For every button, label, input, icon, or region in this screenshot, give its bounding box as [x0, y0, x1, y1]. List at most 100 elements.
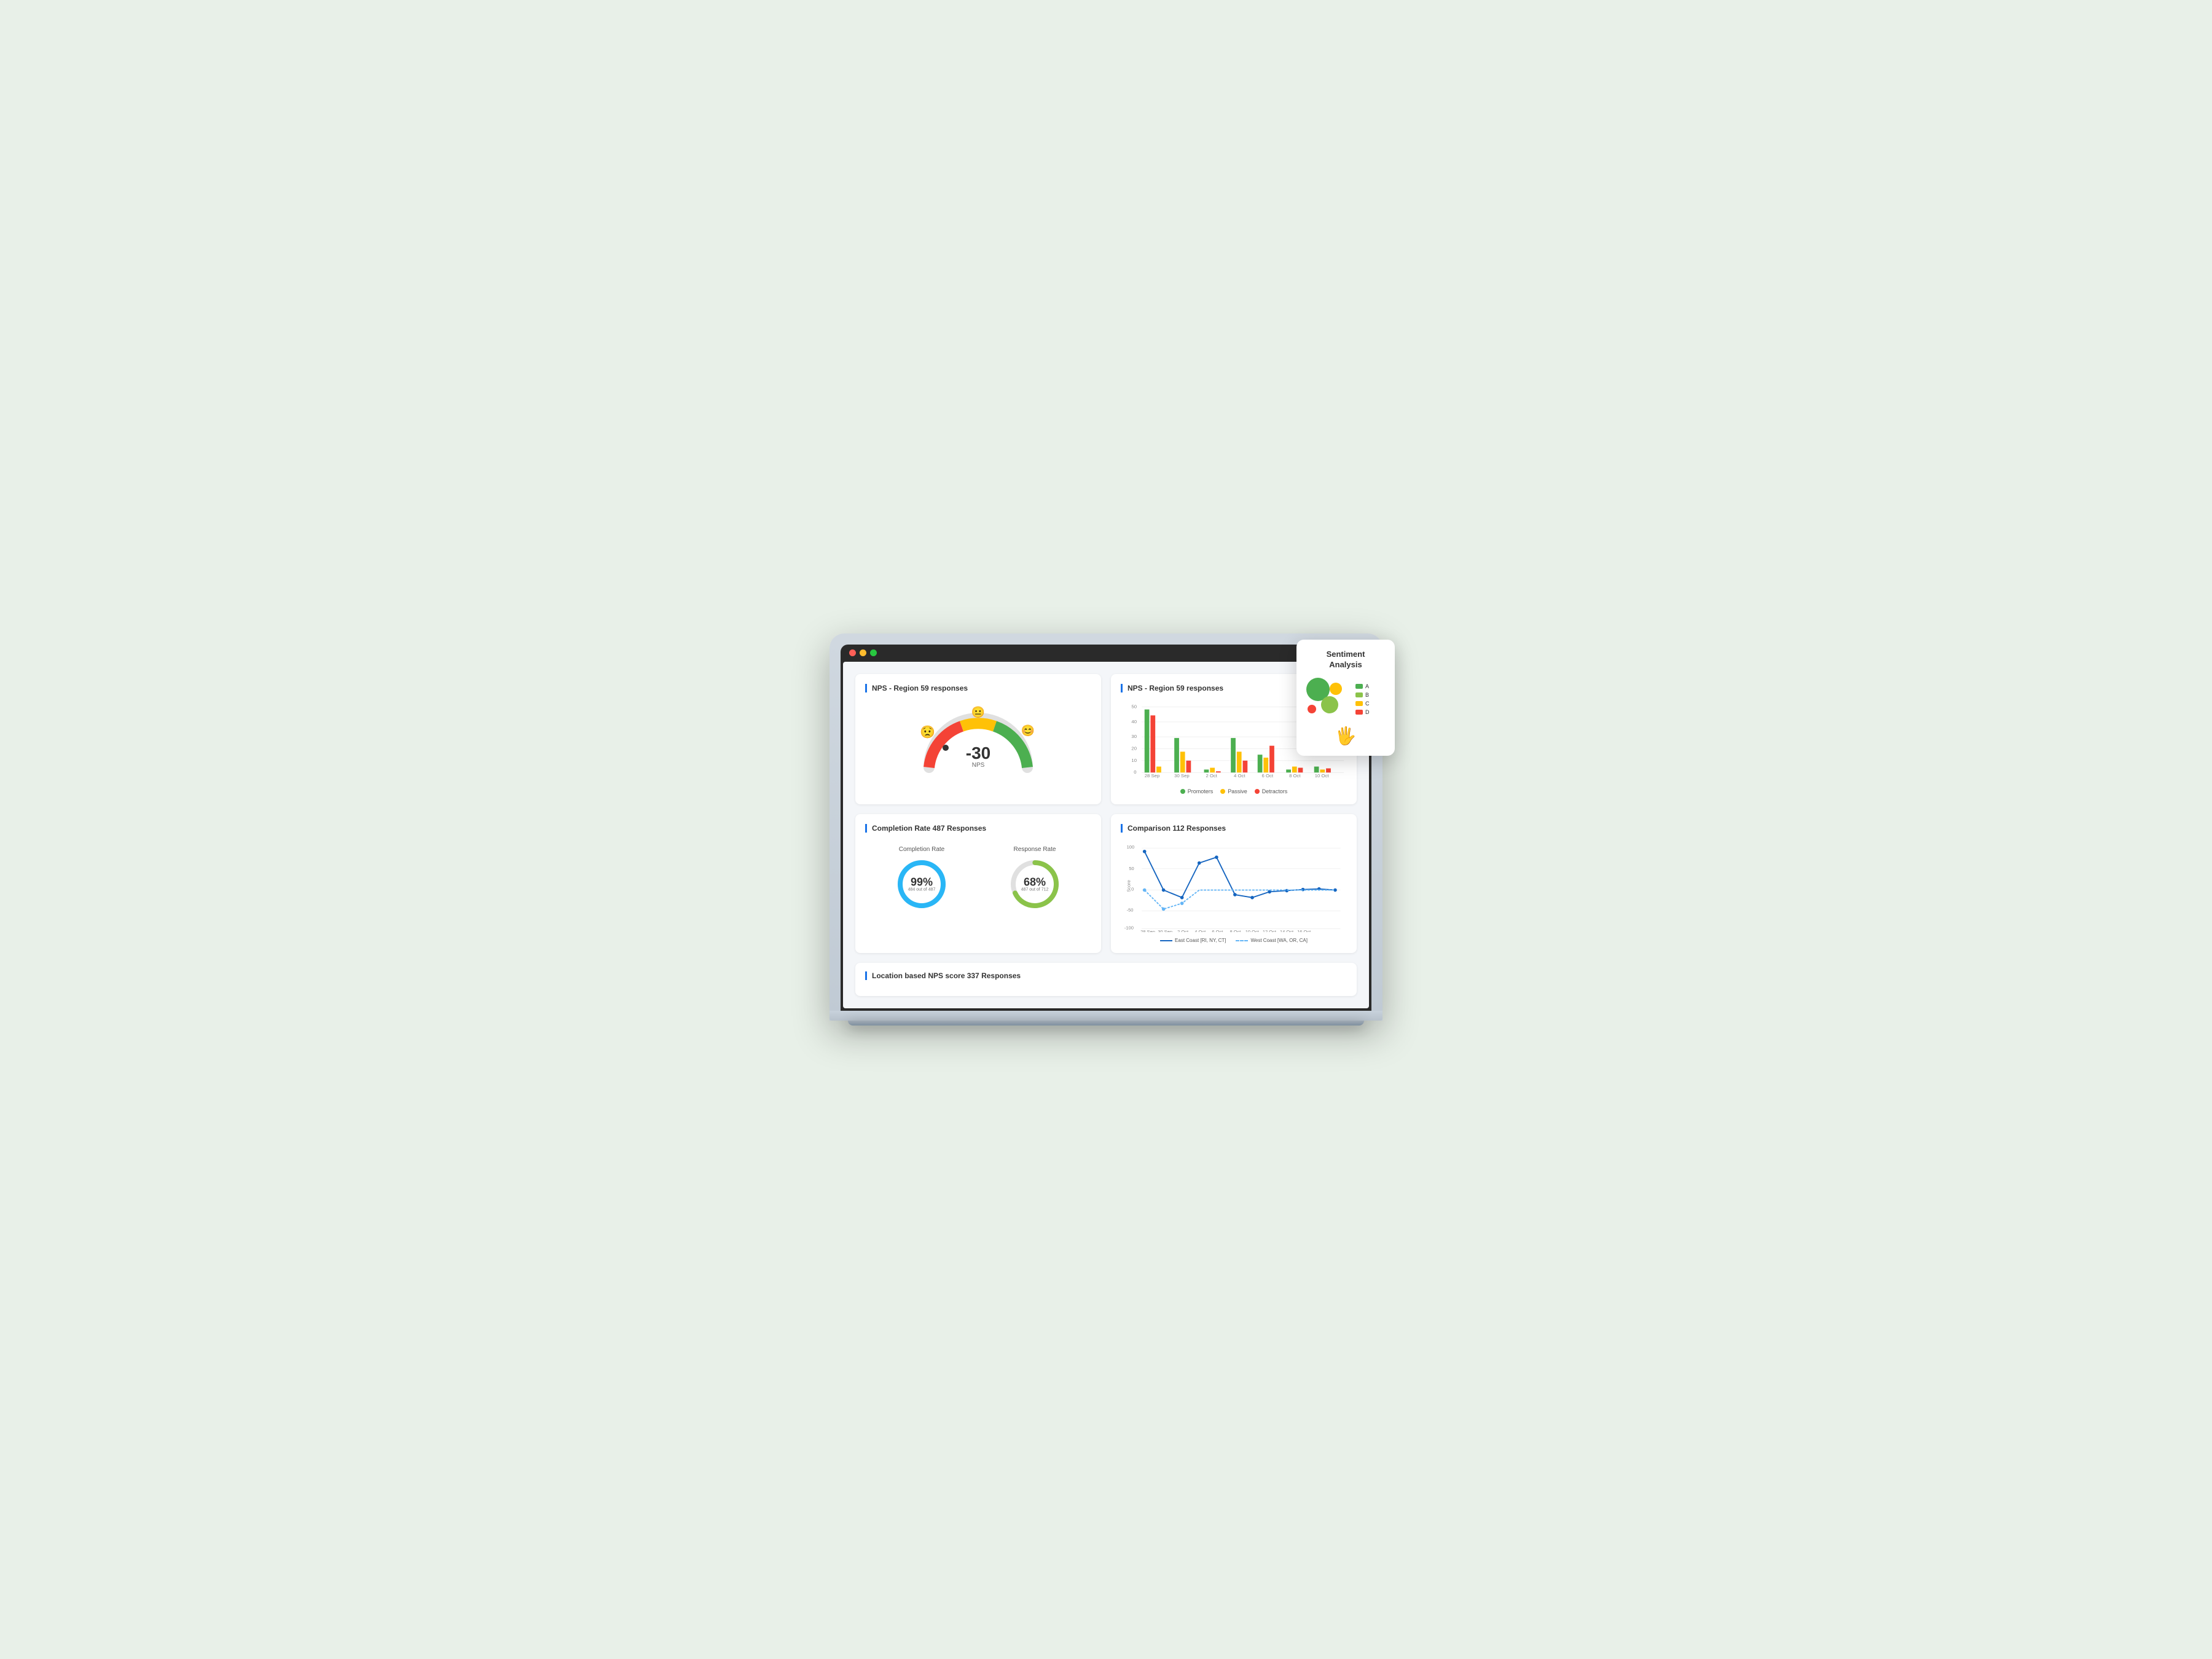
legend-passive: Passive	[1220, 788, 1247, 794]
legend-west-coast: West Coast [WA, OR, CA]	[1236, 938, 1307, 943]
detractors-dot	[1255, 789, 1260, 794]
completion-donut-center: 99% 484 out of 487	[908, 877, 936, 892]
svg-text:30: 30	[1131, 734, 1137, 739]
sentiment-bubbles	[1306, 678, 1349, 721]
response-donut-center: 68% 487 out of 712	[1021, 877, 1049, 892]
svg-text:8 Oct: 8 Oct	[1289, 773, 1301, 779]
traffic-light-red[interactable]	[849, 649, 856, 656]
svg-text:28 Sep: 28 Sep	[1145, 773, 1160, 779]
scene: Sentiment Analysis A B	[830, 633, 1382, 1026]
svg-text:6 Oct: 6 Oct	[1212, 929, 1223, 932]
svg-text:4 Oct: 4 Oct	[1234, 773, 1245, 779]
completion-card: Completion Rate 487 Responses Completion…	[855, 814, 1101, 953]
legend-east-coast: East Coast [RI, NY, CT]	[1160, 938, 1226, 943]
laptop-base	[830, 1011, 1382, 1021]
traffic-light-green[interactable]	[870, 649, 877, 656]
laptop-screen: NPS - Region 59 responses 😟 😐 😊	[843, 662, 1369, 1008]
legend-color-b	[1355, 692, 1363, 697]
passive-dot	[1220, 789, 1225, 794]
traffic-light-yellow[interactable]	[860, 649, 866, 656]
completion-donut-label: Completion Rate	[899, 846, 944, 853]
legend-label-b: B	[1365, 692, 1369, 698]
bar-chart-legend: Promoters Passive Detractors	[1121, 788, 1347, 794]
passive-label: Passive	[1228, 788, 1247, 794]
legend-promoters: Promoters	[1180, 788, 1214, 794]
svg-text:20: 20	[1131, 745, 1137, 751]
completion-pct: 99%	[908, 877, 936, 888]
legend-item-c: C	[1355, 700, 1370, 707]
svg-text:8 Oct: 8 Oct	[1230, 929, 1241, 932]
legend-color-c	[1355, 701, 1363, 706]
svg-text:0: 0	[1131, 887, 1134, 892]
svg-text:50: 50	[1129, 866, 1134, 871]
svg-text:50: 50	[1131, 704, 1137, 710]
svg-text:100: 100	[1127, 844, 1135, 850]
line-chart-container: 100 50 0 -50 -100 Score	[1121, 840, 1347, 935]
laptop-screen-bezel: NPS - Region 59 responses 😟 😐 😊	[841, 645, 1371, 1011]
gauge-value: -30 NPS	[966, 745, 990, 769]
svg-text:16 Oct: 16 Oct	[1297, 929, 1311, 932]
line-chart-svg: 100 50 0 -50 -100 Score	[1121, 840, 1347, 932]
nps-gauge-card: NPS - Region 59 responses 😟 😐 😊	[855, 674, 1101, 804]
response-pct: 68%	[1021, 877, 1049, 888]
legend-detractors: Detractors	[1255, 788, 1288, 794]
svg-text:0: 0	[1134, 769, 1136, 775]
svg-text:2 Oct: 2 Oct	[1206, 773, 1217, 779]
response-sub: 487 out of 712	[1021, 888, 1049, 892]
legend-label-d: D	[1365, 709, 1370, 715]
dashboard-grid: NPS - Region 59 responses 😟 😐 😊	[855, 674, 1357, 953]
promoters-label: Promoters	[1188, 788, 1214, 794]
svg-text:30 Sep: 30 Sep	[1174, 773, 1190, 779]
hand-icon: 🖐	[1306, 726, 1385, 746]
legend-label-c: C	[1365, 700, 1370, 707]
comparison-title: Comparison 112 Responses	[1121, 824, 1347, 833]
svg-text:30 Sep: 30 Sep	[1158, 929, 1172, 932]
bubble-d	[1308, 705, 1316, 713]
bubble-c	[1330, 683, 1342, 695]
emoji-neutral: 😐	[971, 706, 985, 719]
sentiment-title: Sentiment Analysis	[1306, 649, 1385, 670]
svg-text:10: 10	[1131, 758, 1137, 763]
east-coast-line	[1160, 940, 1172, 941]
gauge-label: NPS	[966, 762, 990, 769]
promoters-dot	[1180, 789, 1185, 794]
location-title: Location based NPS score 337 Responses	[865, 971, 1347, 980]
gauge-wrapper: 😟 😐 😊	[917, 706, 1040, 774]
legend-color-a	[1355, 684, 1363, 689]
svg-text:14 Oct: 14 Oct	[1280, 929, 1294, 932]
response-donut-wrapper: 68% 487 out of 712	[1007, 857, 1062, 912]
gauge-number: -30	[966, 745, 990, 762]
svg-text:-50: -50	[1127, 907, 1134, 912]
completion-row: Completion Rate 99% 484	[865, 840, 1091, 918]
svg-text:-100: -100	[1124, 925, 1134, 930]
svg-text:40: 40	[1131, 719, 1137, 724]
legend-item-d: D	[1355, 709, 1370, 715]
completion-donut-wrapper: 99% 484 out of 487	[894, 857, 949, 912]
sentiment-body: A B C D	[1306, 678, 1385, 721]
legend-color-d	[1355, 710, 1363, 715]
completion-title: Completion Rate 487 Responses	[865, 824, 1091, 833]
svg-text:2 Oct: 2 Oct	[1177, 929, 1189, 932]
west-coast-line	[1236, 940, 1248, 941]
svg-text:12 Oct: 12 Oct	[1263, 929, 1277, 932]
laptop-foot	[848, 1021, 1364, 1026]
legend-item-b: B	[1355, 692, 1370, 698]
traffic-lights	[849, 649, 877, 656]
west-coast-label: West Coast [WA, OR, CA]	[1250, 938, 1307, 943]
emoji-smile: 😊	[1021, 724, 1035, 737]
sentiment-popup: Sentiment Analysis A B	[1296, 640, 1395, 756]
sentiment-legend: A B C D	[1355, 683, 1370, 715]
legend-item-a: A	[1355, 683, 1370, 689]
bubble-b	[1321, 696, 1338, 713]
svg-text:4 Oct: 4 Oct	[1194, 929, 1206, 932]
svg-text:Score: Score	[1126, 880, 1131, 892]
completion-donut-item: Completion Rate 99% 484	[894, 846, 949, 912]
svg-text:28 Sep: 28 Sep	[1140, 929, 1155, 932]
detractors-label: Detractors	[1262, 788, 1288, 794]
comparison-card: Comparison 112 Responses 100 50 0 -50 -1…	[1111, 814, 1357, 953]
emoji-sad: 😟	[920, 724, 935, 740]
svg-text:10 Oct: 10 Oct	[1245, 929, 1260, 932]
response-donut-item: Response Rate 68% 487 o	[1007, 846, 1062, 912]
svg-text:10 Oct: 10 Oct	[1315, 773, 1330, 779]
location-card: Location based NPS score 337 Responses	[855, 963, 1357, 996]
